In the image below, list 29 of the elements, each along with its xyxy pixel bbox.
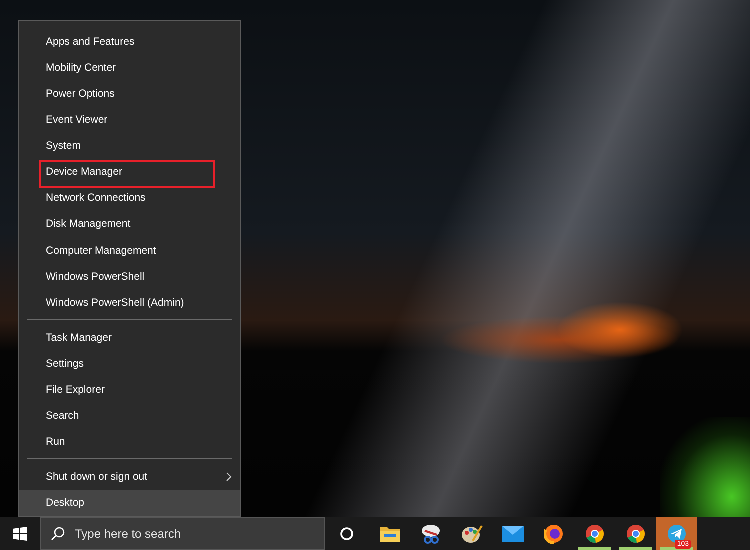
menu-item[interactable]: Shut down or sign out xyxy=(19,464,240,490)
menu-item[interactable]: Settings xyxy=(19,350,240,377)
mail-icon xyxy=(502,526,524,542)
circle-icon[interactable] xyxy=(340,526,354,540)
windows-logo-icon[interactable] xyxy=(13,526,27,540)
menu-item[interactable]: Device Manager xyxy=(19,159,240,186)
menu-item[interactable]: Search xyxy=(19,402,240,429)
menu-item[interactable]: Mobility Center xyxy=(19,55,240,82)
menu-item[interactable]: System xyxy=(19,133,240,160)
menu-item[interactable]: Computer Management xyxy=(19,238,240,264)
menu-item[interactable]: Task Manager xyxy=(19,324,240,351)
menu-item[interactable]: Run xyxy=(19,428,240,455)
menu-item[interactable]: Windows PowerShell xyxy=(19,264,240,290)
menu-item[interactable]: Disk Management xyxy=(19,211,240,238)
scissors-icon xyxy=(420,522,442,544)
menu-item[interactable]: Network Connections xyxy=(19,185,240,212)
chrome-icon xyxy=(626,524,646,544)
menu-item[interactable]: Desktop xyxy=(19,490,240,516)
firefox-icon xyxy=(544,524,564,544)
menu-item[interactable]: Windows PowerShell (Admin) xyxy=(19,290,240,316)
folder-icon xyxy=(380,525,400,542)
menu-item[interactable]: Event Viewer xyxy=(19,107,240,134)
chrome-icon xyxy=(584,524,604,544)
menu-item[interactable]: Power Options xyxy=(19,81,240,108)
palette-icon xyxy=(460,522,482,544)
search-icon xyxy=(51,527,65,541)
menu-item[interactable]: Apps and Features xyxy=(19,29,240,56)
search-field[interactable]: Type here to search xyxy=(40,517,325,550)
menu-item[interactable]: File Explorer xyxy=(19,376,240,403)
